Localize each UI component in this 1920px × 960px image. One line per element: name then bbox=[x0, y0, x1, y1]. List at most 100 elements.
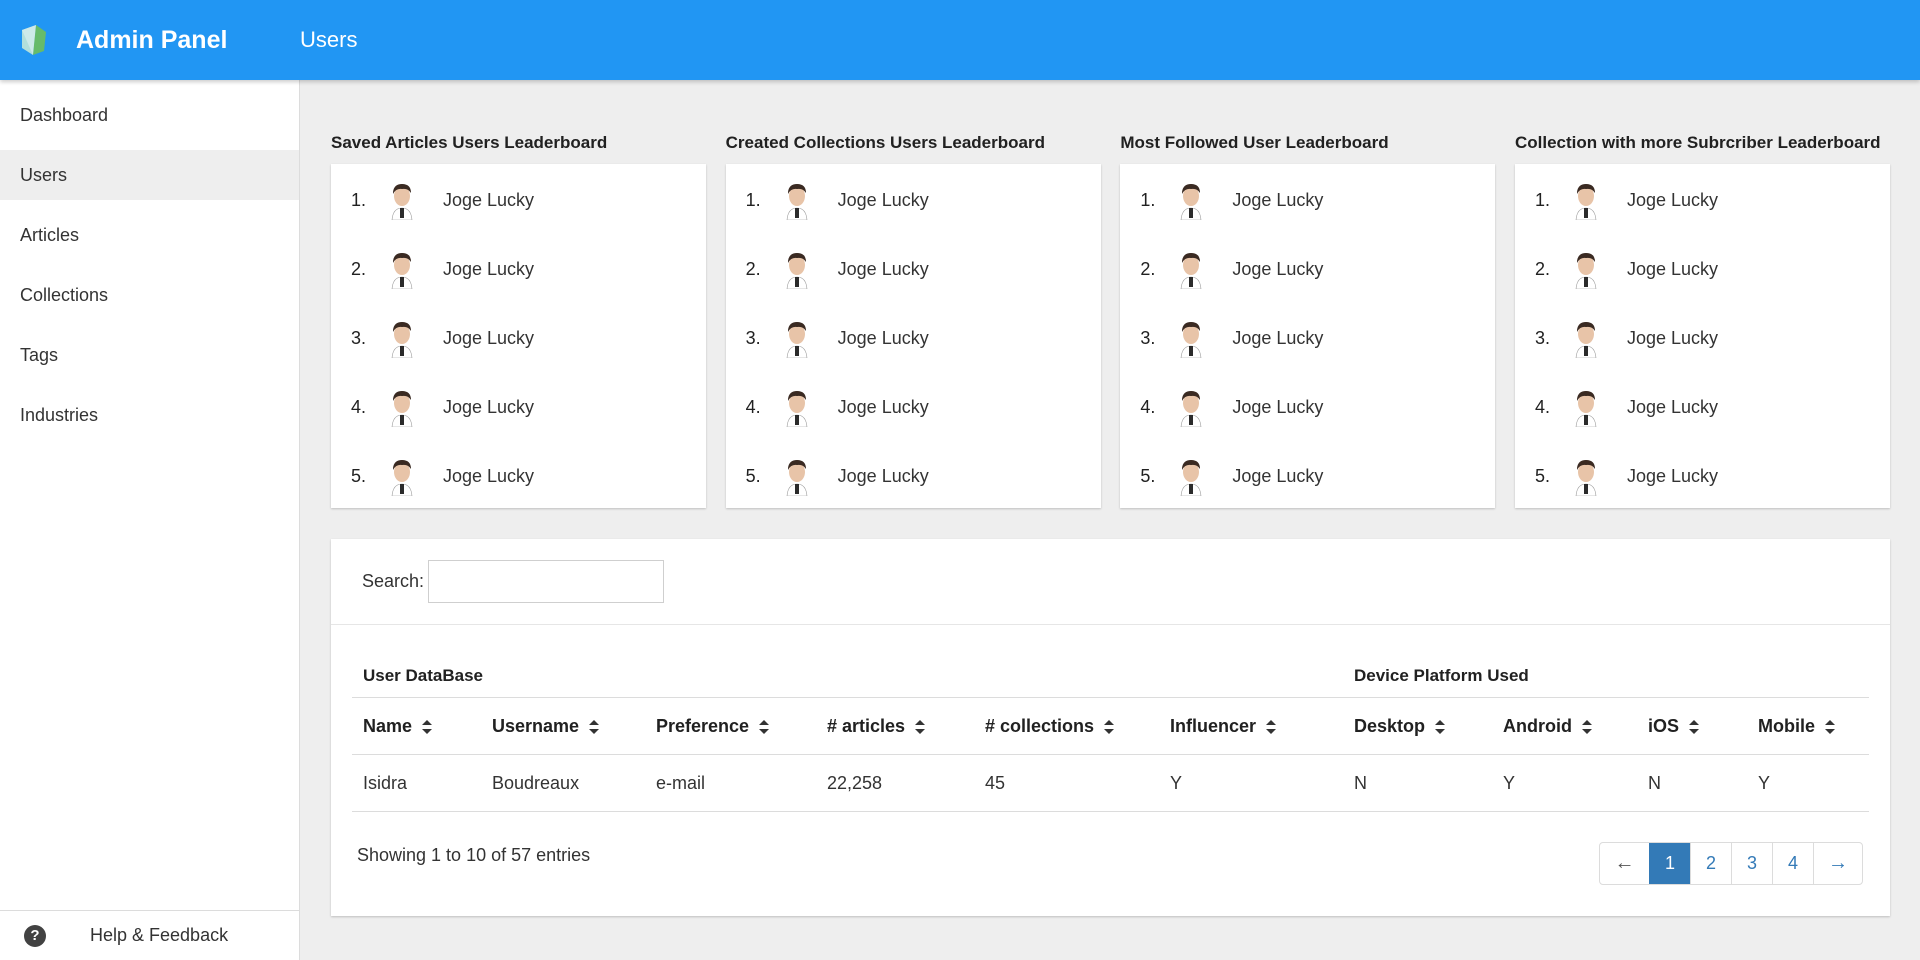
cell-name: Isidra bbox=[363, 773, 408, 793]
sort-icon bbox=[589, 719, 600, 734]
cell-desktop: N bbox=[1354, 773, 1367, 793]
column-header-mobile[interactable]: Mobile bbox=[1758, 716, 1835, 737]
avatar bbox=[385, 319, 419, 359]
rank-label: 1. bbox=[1534, 190, 1550, 210]
column-header-label: iOS bbox=[1648, 716, 1680, 736]
column-header-label: Android bbox=[1503, 716, 1572, 736]
rank-label: 2. bbox=[1534, 259, 1550, 279]
users-table-card: Search: User DataBase Device Platform Us… bbox=[331, 539, 1890, 916]
leaderboard-entry[interactable]: 1. Joge Lucky bbox=[1515, 166, 1890, 235]
leaderboard-entry[interactable]: 3. Joge Lucky bbox=[1120, 304, 1495, 373]
column-header-label: Mobile bbox=[1758, 716, 1815, 736]
sort-icon bbox=[915, 719, 926, 734]
avatar bbox=[780, 388, 814, 428]
leaderboard-entry[interactable]: 4. Joge Lucky bbox=[1120, 373, 1495, 442]
leaderboard-entry[interactable]: 1. Joge Lucky bbox=[331, 166, 706, 235]
avatar bbox=[780, 181, 814, 221]
leaderboard-entry[interactable]: 2. Joge Lucky bbox=[331, 235, 706, 304]
sidebar-item-users[interactable]: Users bbox=[0, 150, 299, 200]
user-name: Joge Lucky bbox=[443, 466, 535, 486]
rank-label: 3. bbox=[1140, 328, 1156, 348]
rank-label: 5. bbox=[745, 466, 761, 486]
cell-influencer: Y bbox=[1170, 773, 1183, 793]
leaderboard-card: 1. Joge Lucky 2. Joge Lucky 3. Joge Lucky 4… bbox=[1120, 164, 1496, 511]
leaderboard-entry[interactable]: 4. Joge Lucky bbox=[726, 373, 1101, 442]
rank-label: 1. bbox=[351, 190, 367, 210]
user-name: Joge Lucky bbox=[443, 397, 535, 417]
cell-preference: e-mail bbox=[656, 773, 706, 793]
cell-android: Y bbox=[1503, 773, 1516, 793]
user-name: Joge Lucky bbox=[1232, 259, 1324, 279]
column-header-label: Preference bbox=[656, 716, 750, 736]
column-header-preference[interactable]: Preference bbox=[656, 716, 770, 737]
leaderboard-title: Created Collections Users Leaderboard bbox=[725, 133, 1045, 152]
sidebar-item-industries[interactable]: Industries bbox=[0, 390, 299, 440]
sidebar-item-tags[interactable]: Tags bbox=[0, 330, 299, 380]
table-row[interactable]: Isidra Boudreaux e-mail 22,258 45 Y N Y … bbox=[352, 755, 1869, 812]
pagination-prev-button[interactable]: ← bbox=[1600, 843, 1649, 884]
app-logo-icon[interactable] bbox=[18, 23, 52, 57]
cell-articles: 22,258 bbox=[827, 773, 883, 793]
leaderboard-entry[interactable]: 5. Joge Lucky bbox=[1120, 442, 1495, 511]
sort-icon bbox=[1266, 719, 1277, 734]
sidebar-item-collections[interactable]: Collections bbox=[0, 270, 299, 320]
leaderboard-entry[interactable]: 2. Joge Lucky bbox=[726, 235, 1101, 304]
rank-label: 4. bbox=[1534, 397, 1550, 417]
column-header-desktop[interactable]: Desktop bbox=[1354, 716, 1446, 737]
user-name: Joge Lucky bbox=[1232, 328, 1324, 348]
column-header-ios[interactable]: iOS bbox=[1648, 716, 1700, 737]
avatar bbox=[1569, 181, 1603, 221]
leaderboard-entry[interactable]: 3. Joge Lucky bbox=[1515, 304, 1890, 373]
column-header-influencer[interactable]: Influencer bbox=[1170, 716, 1277, 737]
help-feedback-link[interactable]: ? Help & Feedback bbox=[0, 910, 300, 960]
avatar bbox=[780, 319, 814, 359]
rank-label: 2. bbox=[1140, 259, 1156, 279]
rank-label: 5. bbox=[1534, 466, 1550, 486]
leaderboard-created-collections: Created Collections Users Leaderboard 1.… bbox=[725, 130, 1101, 511]
user-name: Joge Lucky bbox=[443, 328, 535, 348]
app-title[interactable]: Admin Panel bbox=[76, 26, 300, 55]
cell-mobile: Y bbox=[1758, 773, 1771, 793]
leaderboard-entry[interactable]: 5. Joge Lucky bbox=[1515, 442, 1890, 511]
leaderboard-title: Most Followed User Leaderboard bbox=[1120, 133, 1389, 152]
leaderboard-entry[interactable]: 3. Joge Lucky bbox=[726, 304, 1101, 373]
leaderboard-entry[interactable]: 4. Joge Lucky bbox=[1515, 373, 1890, 442]
search-input[interactable] bbox=[428, 560, 665, 603]
column-header-android[interactable]: Android bbox=[1503, 716, 1592, 737]
avatar bbox=[1174, 250, 1208, 290]
sidebar-item-articles[interactable]: Articles bbox=[0, 210, 299, 260]
column-header-articles[interactable]: # articles bbox=[827, 716, 926, 737]
sort-icon bbox=[1435, 719, 1446, 734]
sidebar-item-dashboard[interactable]: Dashboard bbox=[0, 90, 299, 140]
leaderboard-entry[interactable]: 2. Joge Lucky bbox=[1515, 235, 1890, 304]
sort-icon bbox=[1104, 719, 1115, 734]
rank-label: 1. bbox=[745, 190, 761, 210]
column-header-username[interactable]: Username bbox=[492, 716, 600, 737]
sort-icon bbox=[1689, 719, 1700, 734]
user-name: Joge Lucky bbox=[1626, 397, 1719, 417]
user-name: Joge Lucky bbox=[1626, 466, 1719, 486]
column-header-collections[interactable]: # collections bbox=[985, 716, 1115, 737]
leaderboard-entry[interactable]: 4. Joge Lucky bbox=[331, 373, 706, 442]
column-header-label: # collections bbox=[985, 716, 1095, 736]
user-name: Joge Lucky bbox=[837, 466, 929, 486]
leaderboard-title: Saved Articles Users Leaderboard bbox=[331, 133, 608, 152]
user-name: Joge Lucky bbox=[1626, 328, 1719, 348]
leaderboard-entry[interactable]: 3. Joge Lucky bbox=[331, 304, 706, 373]
leaderboard-entry[interactable]: 5. Joge Lucky bbox=[331, 442, 706, 511]
leaderboard-entry[interactable]: 1. Joge Lucky bbox=[1120, 166, 1495, 235]
leaderboard-entry[interactable]: 1. Joge Lucky bbox=[726, 166, 1101, 235]
pagination-next-button[interactable]: → bbox=[1813, 843, 1862, 884]
column-header-name[interactable]: Name bbox=[363, 716, 433, 737]
pagination-page-2[interactable]: 2 bbox=[1690, 843, 1731, 884]
top-app-bar: Admin Panel Users bbox=[0, 0, 1920, 80]
leaderboards: Saved Articles Users Leaderboard 1. Joge … bbox=[331, 130, 1890, 508]
group-user-database: User DataBase bbox=[363, 666, 484, 685]
leaderboard-entry[interactable]: 5. Joge Lucky bbox=[726, 442, 1101, 511]
pagination-page-4[interactable]: 4 bbox=[1772, 843, 1813, 884]
user-name: Joge Lucky bbox=[1232, 397, 1324, 417]
leaderboard-entry[interactable]: 2. Joge Lucky bbox=[1120, 235, 1495, 304]
pagination-page-1[interactable]: 1 bbox=[1649, 843, 1690, 884]
page-title: Users bbox=[300, 27, 358, 52]
pagination-page-3[interactable]: 3 bbox=[1731, 843, 1772, 884]
